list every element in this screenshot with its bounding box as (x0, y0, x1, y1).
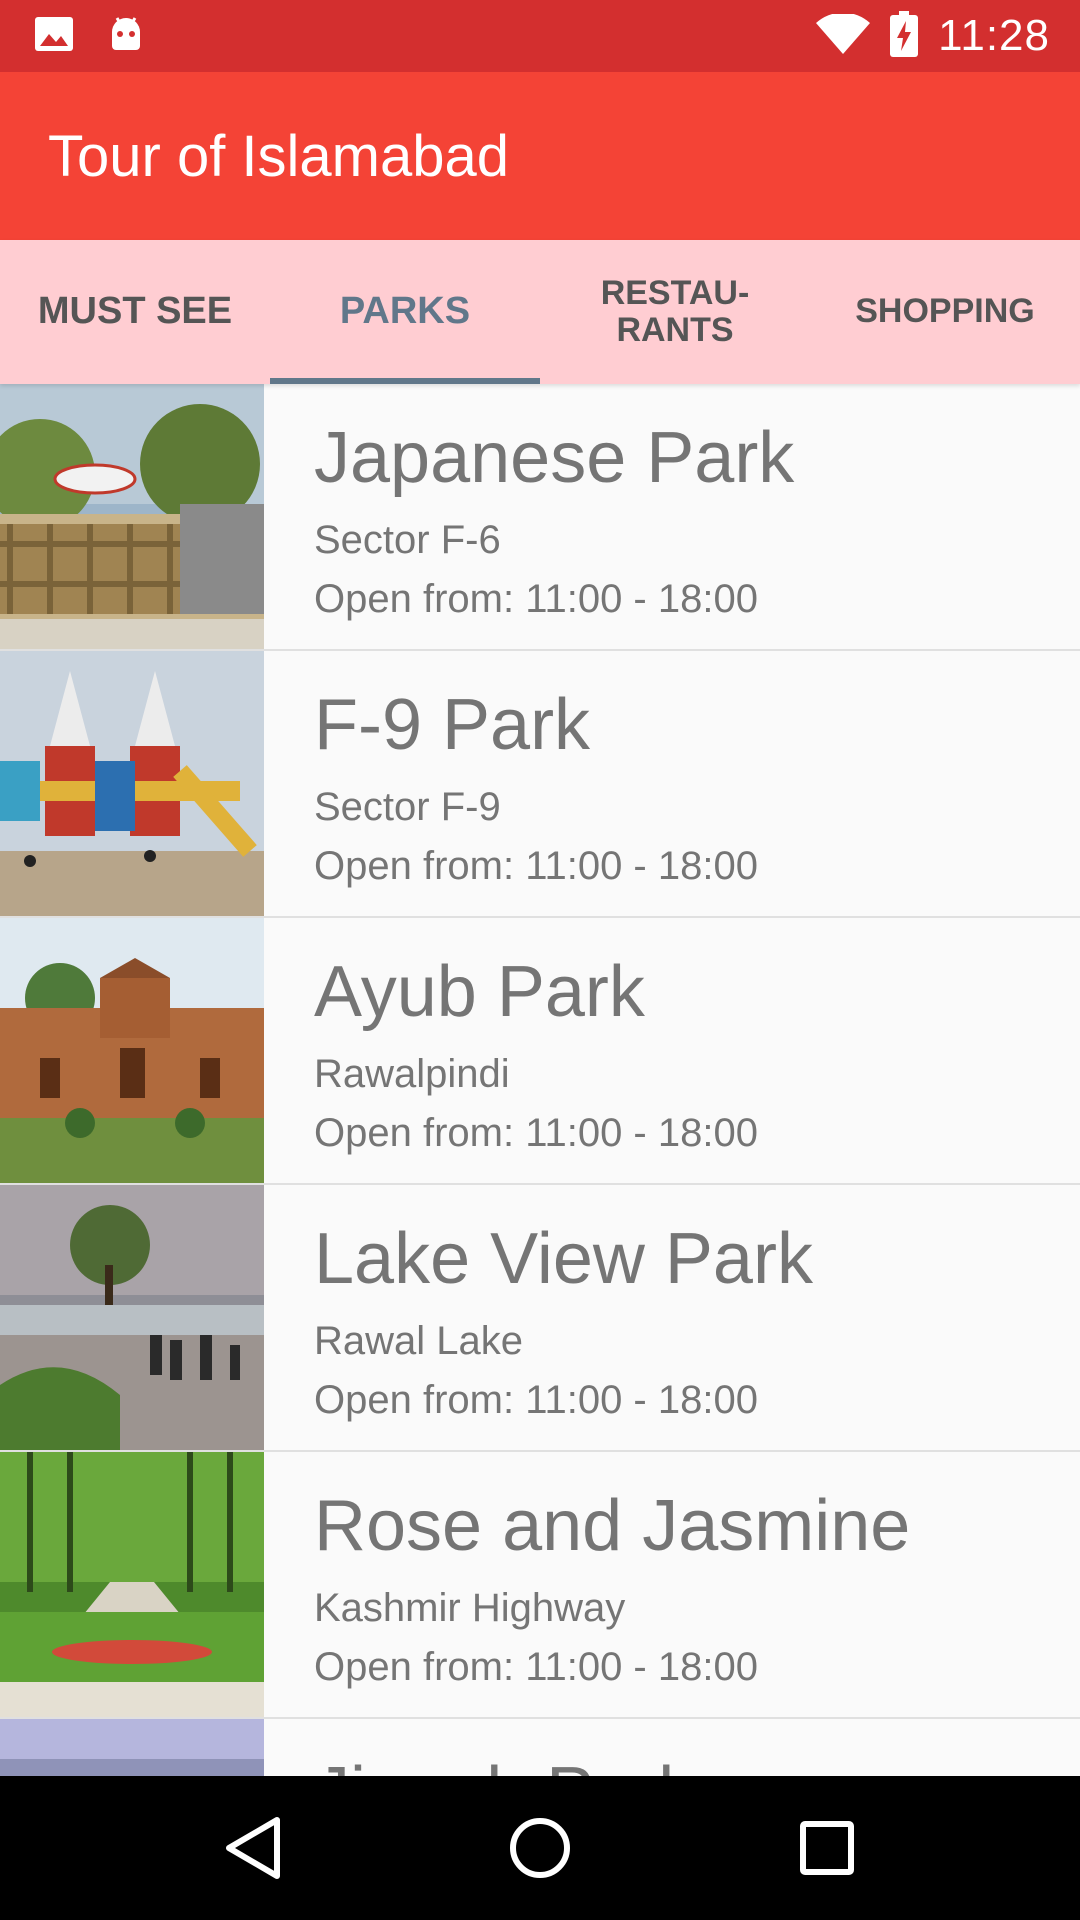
back-icon[interactable] (203, 1798, 303, 1898)
place-location: Sector F-9 (314, 785, 501, 829)
place-image (0, 651, 264, 916)
list-item[interactable]: Japanese Park Sector F-6 Open from: 11:0… (0, 384, 1080, 651)
tab-must-see[interactable]: MUST SEE (0, 240, 270, 384)
tab-restaurants[interactable]: RESTAU- RANTS (540, 240, 810, 384)
place-name: Japanese Park (314, 418, 795, 498)
list-item[interactable]: Lake View Park Rawal Lake Open from: 11:… (0, 1185, 1080, 1452)
place-hours: Open from: 11:00 - 18:00 (314, 577, 758, 621)
recents-icon[interactable] (777, 1798, 877, 1898)
place-hours: Open from: 11:00 - 18:00 (314, 1645, 758, 1689)
place-hours: Open from: 11:00 - 18:00 (314, 1111, 758, 1155)
place-location: Rawalpindi (314, 1052, 510, 1096)
place-image (0, 1185, 264, 1450)
tab-restaurants-label: RESTAU- RANTS (600, 273, 750, 349)
clock: 11:28 (938, 11, 1050, 60)
list-item[interactable]: Jinnah Park (0, 1719, 1080, 1776)
app-bar: Tour of Islamabad (0, 72, 1080, 240)
places-list[interactable]: Japanese Park Sector F-6 Open from: 11:0… (0, 384, 1080, 1776)
tab-shopping[interactable]: SHOPPING (810, 240, 1080, 384)
list-item[interactable]: Ayub Park Rawalpindi Open from: 11:00 - … (0, 918, 1080, 1185)
place-name: F-9 Park (314, 685, 591, 765)
app-title: Tour of Islamabad (48, 123, 510, 189)
home-icon[interactable] (490, 1798, 590, 1898)
tab-bar: MUST SEE PARKS RESTAU- RANTS SHOPPING (0, 240, 1080, 384)
status-bar: 11:28 (0, 0, 1080, 72)
place-image (0, 918, 264, 1183)
place-image (0, 1719, 264, 1776)
image-icon (34, 16, 74, 57)
place-name: Ayub Park (314, 952, 645, 1032)
battery-charging-icon (890, 10, 919, 62)
place-hours: Open from: 11:00 - 18:00 (314, 844, 758, 888)
place-hours: Open from: 11:00 - 18:00 (314, 1378, 758, 1422)
place-name: Lake View Park (314, 1219, 813, 1299)
place-image (0, 1452, 264, 1717)
place-location: Sector F-6 (314, 518, 501, 562)
place-name: Rose and Jasmine (314, 1486, 911, 1566)
place-image (0, 384, 264, 649)
place-location: Rawal Lake (314, 1319, 524, 1363)
navigation-bar (0, 1776, 1080, 1920)
wifi-icon (816, 12, 871, 59)
place-location: Kashmir Highway (314, 1586, 626, 1630)
tab-parks[interactable]: PARKS (270, 240, 540, 384)
list-item[interactable]: F-9 Park Sector F-9 Open from: 11:00 - 1… (0, 651, 1080, 918)
list-item[interactable]: Rose and Jasmine Kashmir Highway Open fr… (0, 1452, 1080, 1719)
place-name: Jinnah Park (314, 1757, 694, 1776)
android-icon (108, 14, 144, 59)
